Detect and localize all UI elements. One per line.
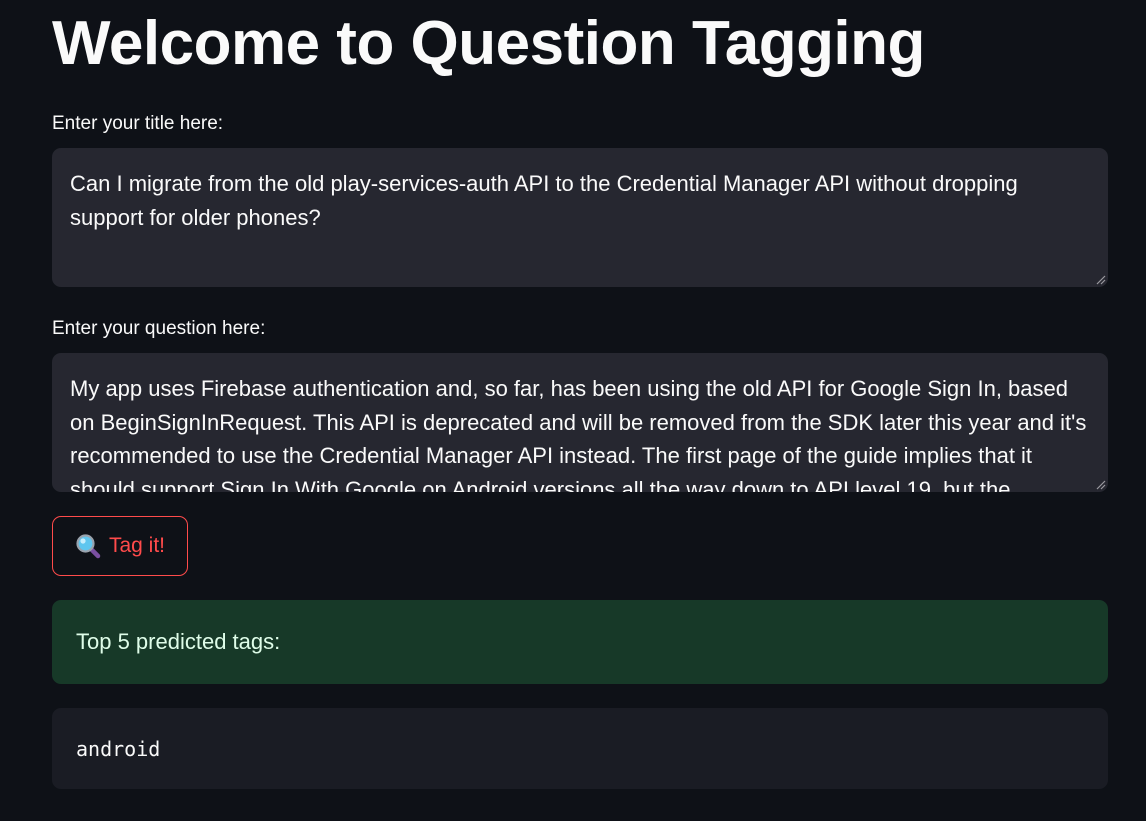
question-textarea[interactable]: My app uses Firebase authentication and,… [52, 353, 1108, 492]
tag-it-button[interactable]: Tag it! [52, 516, 188, 576]
magnifying-glass-icon [76, 534, 101, 559]
predicted-tags-code-block: android [52, 708, 1108, 789]
title-field-label: Enter your title here: [52, 113, 224, 134]
predicted-tags-alert: Top 5 predicted tags: [52, 600, 1108, 684]
page-title: Welcome to Question Tagging [52, 9, 925, 78]
title-field-container: Can I migrate from the old play-services… [52, 148, 1108, 287]
predicted-tags-header: Top 5 predicted tags: [76, 629, 281, 654]
question-field-container: My app uses Firebase authentication and,… [52, 353, 1108, 492]
resize-handle-icon[interactable] [1094, 478, 1106, 490]
tag-it-button-label: Tag it! [108, 534, 166, 557]
resize-handle-icon[interactable] [1094, 273, 1106, 285]
predicted-tag: android [76, 736, 161, 761]
title-textarea[interactable]: Can I migrate from the old play-services… [52, 148, 1108, 287]
question-field-label: Enter your question here: [52, 318, 266, 339]
